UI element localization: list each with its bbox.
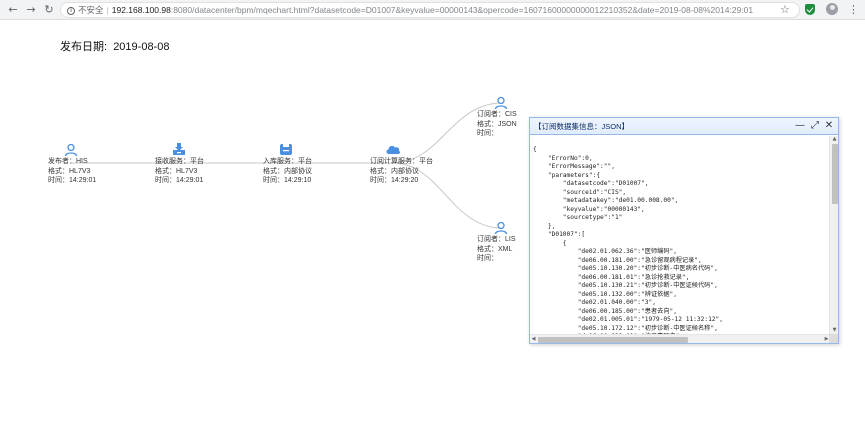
json-line: { <box>533 146 537 153</box>
json-text: { "ErrorNo":0, "ErrorMessage":"", "param… <box>530 136 830 334</box>
json-line: "de06.00.181.00":"急诊留观病程记录", <box>533 256 702 264</box>
reload-icon[interactable]: ↻ <box>42 3 56 17</box>
json-content-area[interactable]: { "ErrorNo":0, "ErrorMessage":"", "param… <box>530 136 830 334</box>
node-title: 接收服务：平台 <box>155 158 204 165</box>
url-path: :8080/datacenter/bpm/mqechart.html?datas… <box>170 5 754 15</box>
json-line: "ErrorNo":0, <box>533 154 593 162</box>
url-host: 192.168.100.98 <box>111 5 171 15</box>
cloud-icon <box>386 145 401 154</box>
flow-node-publisher-his[interactable]: 发布者：HIS 格式：HL7V3 时间：14:29:01 <box>48 143 97 186</box>
horizontal-scroll-thumb[interactable] <box>538 336 688 343</box>
node-title: 订阅者：CIS <box>477 111 517 118</box>
json-line: "sourcetype":"1" <box>533 214 623 221</box>
node-title: 发布者：HIS <box>48 158 88 165</box>
flow-node-subscriber-lis[interactable]: 订阅者：LIS 格式：XML 时间： <box>477 221 516 264</box>
json-line: "metadatakey":"de01.00.008.00", <box>533 197 679 204</box>
node-time: 时间： <box>477 130 498 137</box>
node-time: 时间：14:29:20 <box>370 177 419 184</box>
node-title: 入库服务：平台 <box>263 158 312 165</box>
shield-extension-icon[interactable] <box>805 4 815 15</box>
node-title: 订阅计算服务：平台 <box>370 158 433 165</box>
json-line: "de06.00.185.00":"患者去向", <box>533 307 677 315</box>
back-icon[interactable]: ← <box>6 3 20 17</box>
browser-toolbar: ← → ↻ i 不安全 | 192.168.100.98:8080/datacente… <box>0 0 865 20</box>
json-line: "de02.01.005.01":"1979-05-12 11:32:12", <box>533 316 723 323</box>
json-line: "datasetcode":"D01007", <box>533 180 649 187</box>
json-line: { <box>533 239 567 247</box>
more-menu-icon[interactable]: ⋮ <box>848 3 859 17</box>
json-line: "D01007":[ <box>533 231 586 238</box>
json-line: }, <box>533 222 556 230</box>
user-icon <box>64 143 78 157</box>
minimize-icon[interactable]: — <box>794 120 806 132</box>
user-icon <box>494 96 508 110</box>
forward-icon[interactable]: → <box>24 3 38 17</box>
json-line: "sourceid":"CIS", <box>533 188 627 196</box>
maximize-icon[interactable]: ⤢ <box>809 120 821 132</box>
node-time: 时间：14:29:01 <box>48 177 97 184</box>
address-bar[interactable]: i 不安全 | 192.168.100.98:8080/datacenter/bpm/… <box>60 2 800 18</box>
bookmark-star-icon[interactable]: ☆ <box>780 3 790 16</box>
node-format: 格式：XML <box>477 245 513 253</box>
json-line: "de05.10.172.12":"初步诊断-中医证候名称", <box>533 324 718 332</box>
user-icon <box>494 221 508 235</box>
node-time: 时间：14:29:10 <box>263 177 312 184</box>
json-line: "de02.01.062.36":"医师编码", <box>533 248 677 255</box>
json-popup-window[interactable]: 【订阅数据集信息：JSON】 — ⤢ ✕ { "ErrorNo":0, "Err… <box>529 117 839 344</box>
profile-avatar-icon[interactable] <box>826 3 838 15</box>
json-line: "de05.10.130.21":"初步诊断-中医证候代码", <box>533 282 718 289</box>
node-format: 格式：JSON <box>477 120 517 128</box>
node-format: 格式：内部协议 <box>263 167 312 175</box>
close-icon[interactable]: ✕ <box>823 120 835 132</box>
json-line: "de05.10.130.20":"初步诊断-中医病名代码", <box>533 265 718 272</box>
scroll-down-icon[interactable]: ▼ <box>831 327 838 334</box>
popup-header[interactable]: 【订阅数据集信息：JSON】 — ⤢ ✕ <box>530 118 838 135</box>
json-line: "keyvalue":"00000143", <box>533 205 645 213</box>
json-line: "de06.00.181.01":"急诊抢救记录", <box>533 273 690 281</box>
database-icon <box>280 144 292 155</box>
node-title: 订阅者：LIS <box>477 236 516 243</box>
popup-title: 【订阅数据集信息：JSON】 <box>534 122 630 131</box>
scroll-left-icon[interactable]: ◀ <box>530 336 537 343</box>
vertical-scrollbar[interactable]: ▲ ▼ <box>829 136 838 334</box>
json-line: "ErrorMessage":"", <box>533 163 615 170</box>
flow-node-storage-service[interactable]: 入库服务：平台 格式：内部协议 时间：14:29:10 <box>263 144 312 186</box>
download-icon <box>173 143 185 155</box>
security-label: 不安全 <box>78 5 104 15</box>
json-line: "de02.01.040.00":"3", <box>533 299 656 306</box>
json-line: "parameters":{ <box>533 171 601 179</box>
node-format: 格式：HL7V3 <box>155 167 198 175</box>
flow-node-subscription-service[interactable]: 订阅计算服务：平台 格式：内部协议 时间：14:29:20 <box>370 145 433 186</box>
scrollbar-corner <box>829 334 838 343</box>
node-time: 时间：14:29:01 <box>155 177 204 184</box>
horizontal-scrollbar[interactable]: ◀ ▶ <box>530 334 831 343</box>
node-format: 格式：HL7V3 <box>48 167 91 175</box>
node-format: 格式：内部协议 <box>370 167 419 175</box>
scroll-up-icon[interactable]: ▲ <box>831 136 838 143</box>
json-line: "de05.10.132.00":"辨证依据", <box>533 290 677 298</box>
node-time: 时间： <box>477 255 498 262</box>
flow-node-receive-service[interactable]: 接收服务：平台 格式：HL7V3 时间：14:29:01 <box>155 143 204 186</box>
info-icon[interactable]: i <box>67 6 75 15</box>
flow-node-subscriber-cis[interactable]: 订阅者：CIS 格式：JSON 时间： <box>477 96 517 139</box>
vertical-scroll-thumb[interactable] <box>831 144 838 204</box>
